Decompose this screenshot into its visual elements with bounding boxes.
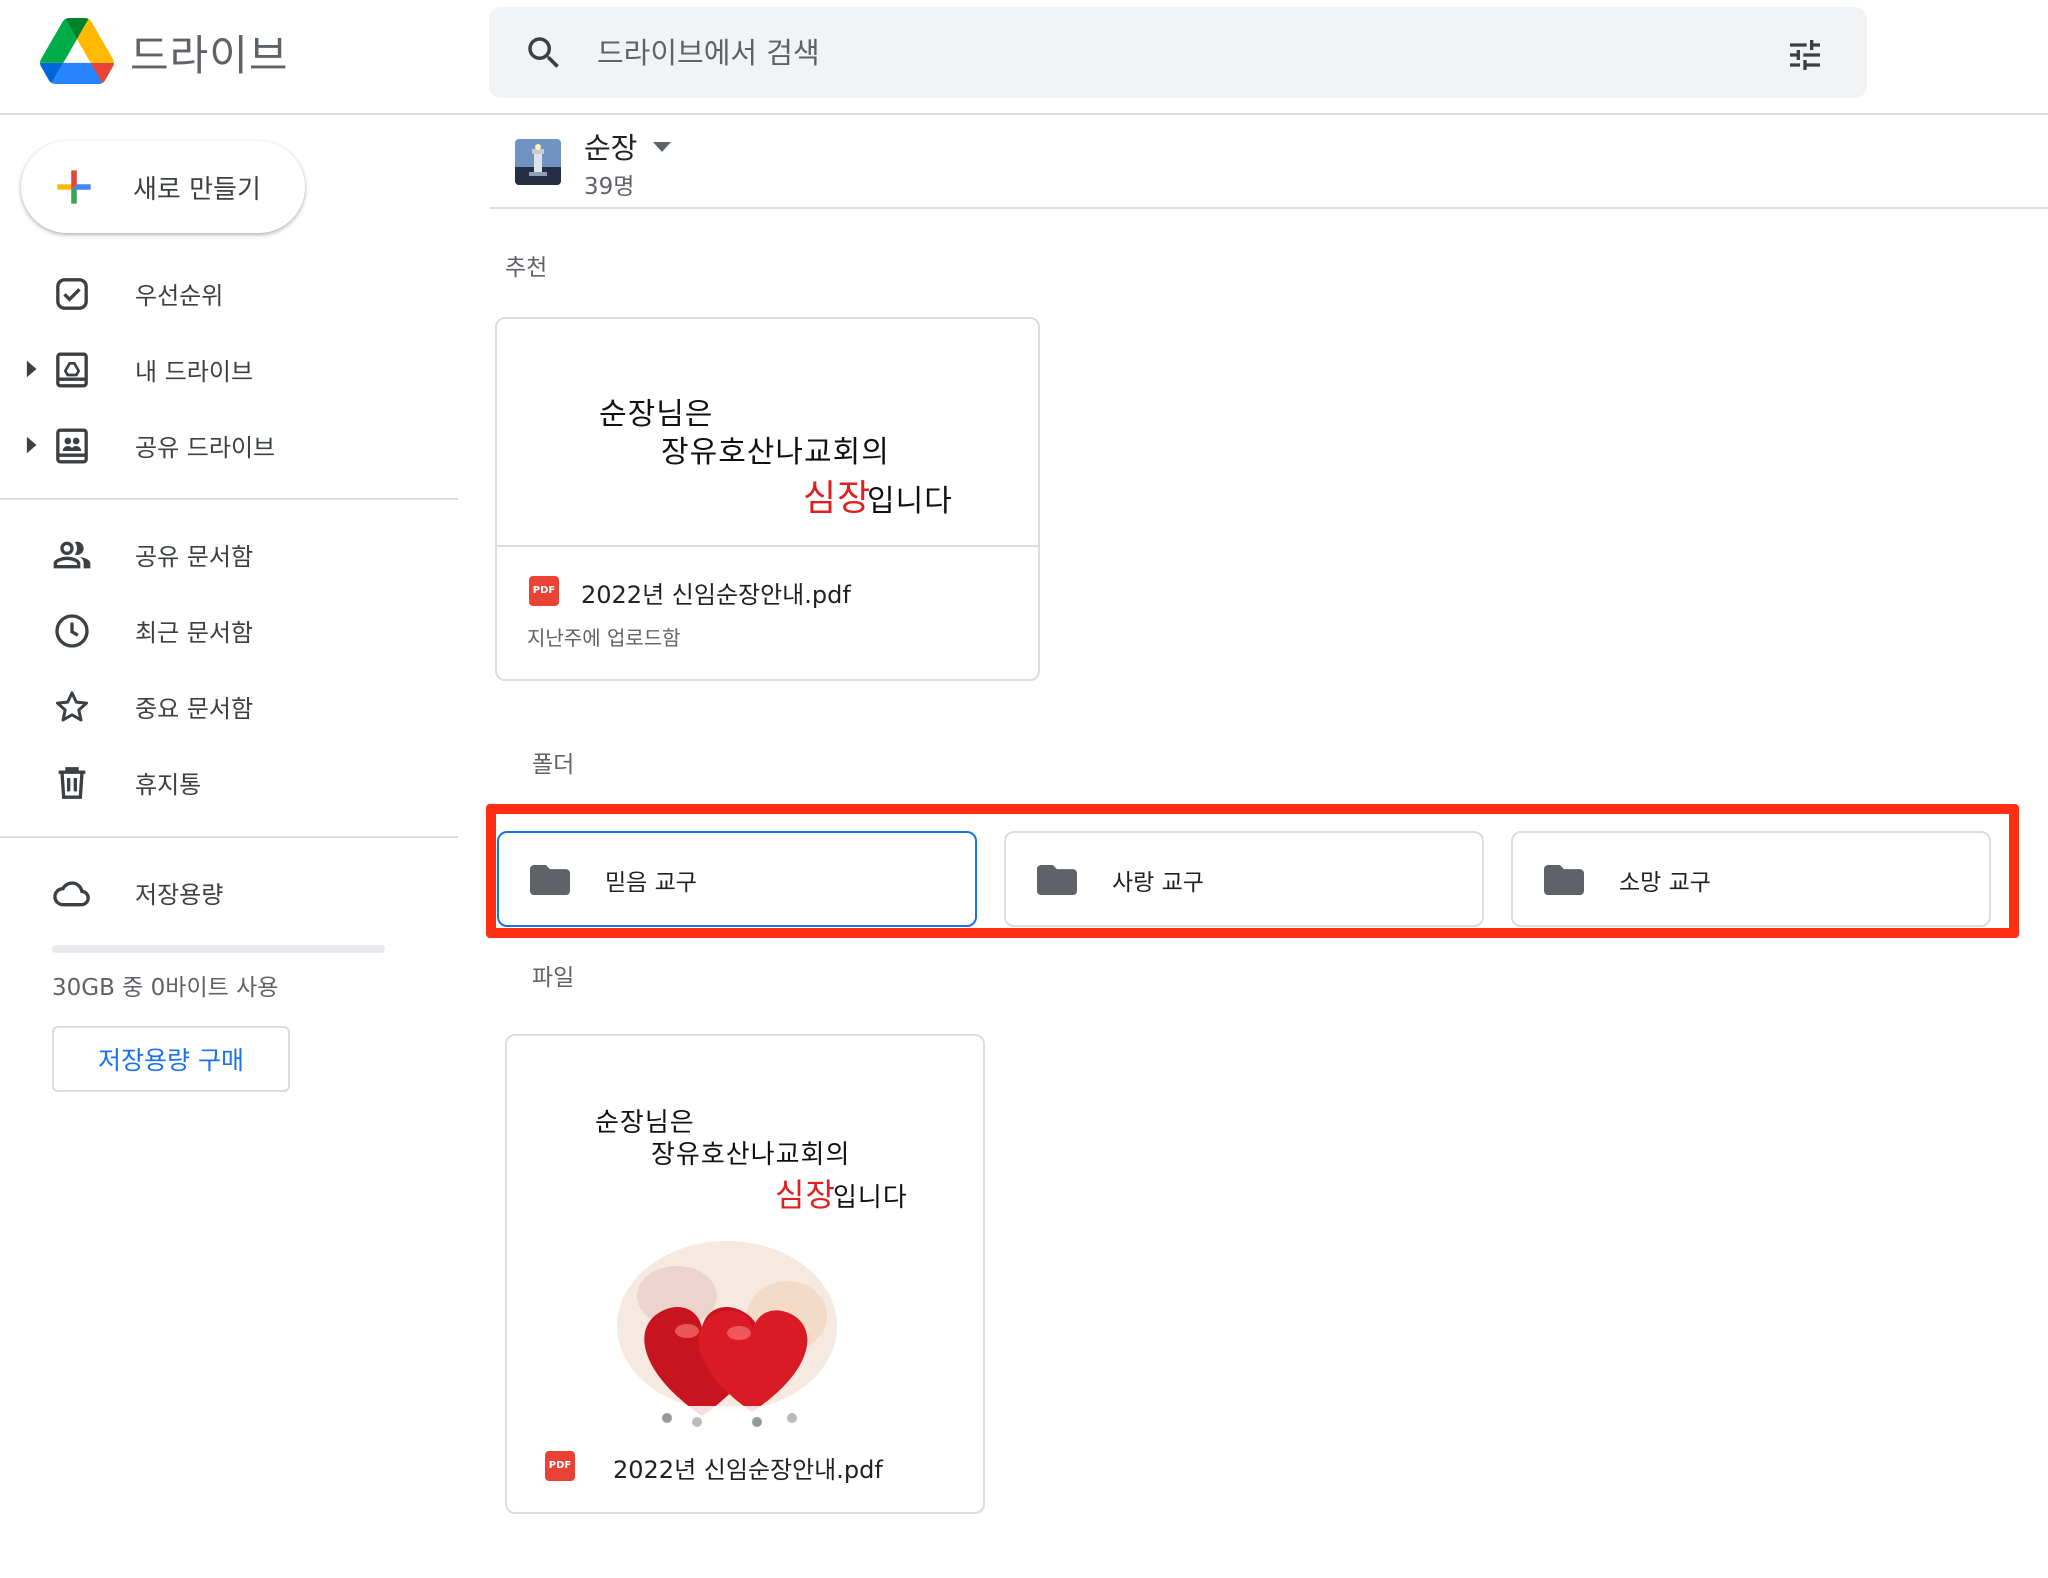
expand-arrow-icon[interactable]: [24, 358, 38, 380]
sidebar-item-recent[interactable]: 최근 문서함: [0, 599, 458, 661]
cloud-icon: [53, 881, 90, 907]
top-bar: 드라이브: [0, 0, 2048, 115]
buy-storage-button[interactable]: 저장용량 구매: [52, 1026, 290, 1092]
sidebar-item-label: 공유 문서함: [135, 543, 254, 571]
folder-item[interactable]: 사랑 교구: [1004, 831, 1484, 927]
folder-name: 믿음 교구: [605, 870, 697, 896]
google-drive-logo-icon[interactable]: [40, 18, 114, 84]
sidebar-item-label: 휴지통: [135, 771, 202, 799]
shared-drive-name[interactable]: 순장: [584, 125, 637, 167]
app-title: 드라이브: [130, 31, 289, 80]
file-preview: 순장님은 장유호산나교회의 심장 입니다: [497, 319, 1038, 545]
sidebar-item-label: 내 드라이브: [135, 358, 254, 386]
folder-icon: [530, 865, 570, 895]
star-icon: [56, 691, 88, 722]
search-icon[interactable]: [523, 32, 565, 74]
section-title-files: 파일: [532, 965, 575, 991]
search-options-icon[interactable]: [1785, 35, 1825, 75]
new-button-label: 새로 만들기: [133, 175, 261, 205]
clock-icon: [55, 614, 89, 648]
card-divider: [497, 545, 1038, 547]
trash-icon: [58, 767, 86, 799]
file-name: 2022년 신임순장안내.pdf: [581, 581, 851, 609]
preview-text: 장유호산나교회의: [661, 435, 890, 470]
file-preview: 순장님은 장유호산나교회의 심장 입니다: [507, 1036, 983, 1436]
shared-drive-member-count[interactable]: 39명: [584, 167, 634, 201]
sidebar-item-label: 저장용량: [135, 881, 224, 909]
preview-text: 장유호산나교회의: [651, 1140, 851, 1170]
pdf-file-icon: PDF: [529, 576, 559, 606]
file-card[interactable]: 순장님은 장유호산나교회의 심장 입니다 PDF 2022년 신임순장안내.pd…: [505, 1034, 985, 1514]
plus-icon: [57, 170, 91, 204]
preview-text: 입니다: [867, 484, 953, 519]
sidebar-item-label: 중요 문서함: [135, 695, 254, 723]
sidebar-divider: [0, 836, 458, 838]
folder-item[interactable]: 소망 교구: [1511, 831, 1991, 927]
people-icon: [53, 541, 91, 569]
section-title-suggested: 추천: [505, 255, 548, 281]
preview-text: 입니다: [833, 1183, 908, 1213]
file-name: 2022년 신임순장안내.pdf: [613, 1456, 883, 1484]
shared-drive-avatar[interactable]: [515, 139, 561, 185]
preview-text: 심장: [775, 1176, 836, 1214]
sidebar-item-label: 공유 드라이브: [135, 434, 276, 462]
sidebar-divider: [0, 498, 458, 500]
folder-item[interactable]: 믿음 교구: [497, 831, 977, 927]
lighthouse-image-icon: [515, 139, 561, 185]
folder-name: 소망 교구: [1619, 870, 1711, 896]
folder-icon: [1544, 865, 1584, 895]
folder-icon: [1037, 865, 1077, 895]
sidebar-item-my-drive[interactable]: 내 드라이브: [0, 338, 458, 400]
suggested-file-card[interactable]: 순장님은 장유호산나교회의 심장 입니다 PDF 2022년 신임순장안내.pd…: [495, 317, 1040, 681]
new-button[interactable]: 새로 만들기: [21, 141, 305, 233]
search-input[interactable]: [597, 25, 1697, 81]
folder-highlight-box: 믿음 교구 사랑 교구 소망 교구: [486, 804, 2019, 938]
preview-text: 심장: [803, 478, 872, 519]
folder-name: 사랑 교구: [1112, 870, 1204, 896]
sidebar-item-shared-drives[interactable]: 공유 드라이브: [0, 414, 458, 476]
storage-usage-text: 30GB 중 0바이트 사용: [52, 975, 279, 1001]
sidebar-item-label: 최근 문서함: [135, 619, 254, 647]
shared-drives-icon: [56, 428, 88, 464]
sidebar-item-trash[interactable]: 휴지통: [0, 751, 458, 813]
search-bar[interactable]: [489, 7, 1867, 98]
sidebar-item-priority[interactable]: 우선순위: [0, 262, 458, 324]
pdf-file-icon: PDF: [545, 1451, 575, 1481]
storage-usage-bar: [52, 945, 385, 953]
sidebar-item-starred[interactable]: 중요 문서함: [0, 675, 458, 737]
priority-check-icon: [56, 278, 88, 310]
sidebar-item-label: 우선순위: [135, 282, 224, 310]
my-drive-icon: [56, 352, 88, 388]
sidebar-item-shared-with-me[interactable]: 공유 문서함: [0, 523, 458, 585]
shared-drive-header: 순장 39명: [490, 115, 2048, 209]
expand-arrow-icon[interactable]: [24, 434, 38, 456]
sidebar-item-storage[interactable]: 저장용량: [0, 861, 458, 923]
hearts-illustration-icon: [617, 1241, 837, 1434]
dropdown-arrow-icon[interactable]: [650, 140, 674, 154]
file-activity: 지난주에 업로드함: [527, 626, 681, 650]
section-title-folders: 폴더: [532, 752, 575, 778]
